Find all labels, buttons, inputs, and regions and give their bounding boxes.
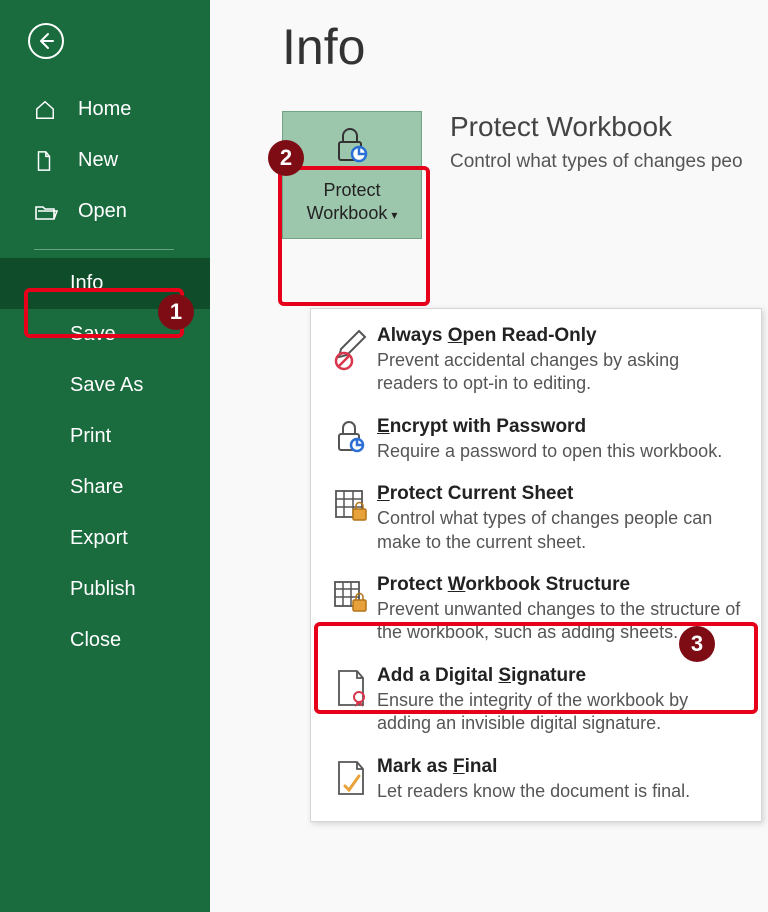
menu-item-protect-sheet[interactable]: Protect Current Sheet Control what types… [311,473,761,564]
folder-open-icon [34,202,60,222]
sidebar-item-label: Save As [70,374,143,397]
arrow-left-icon [36,31,56,51]
signature-icon [325,665,377,711]
sidebar-item-label: Home [78,98,131,121]
sidebar-item-label: Publish [70,578,136,601]
pencil-ban-icon [325,325,377,371]
sidebar-item-share[interactable]: Share [0,462,210,513]
menu-item-digital-signature[interactable]: Add a Digital Signature Ensure the integ… [311,655,761,746]
protect-section-title: Protect Workbook [450,111,743,143]
menu-item-title: Add a Digital Signature [377,665,745,687]
lock-key-icon [325,416,377,458]
protect-section-text: Protect Workbook Control what types of c… [450,111,743,173]
protect-workbook-button[interactable]: Protect Workbook▾ [282,111,422,239]
protect-button-label: Protect Workbook▾ [307,179,398,224]
protect-workbook-row: Protect Workbook▾ Protect Workbook Contr… [282,111,768,239]
sidebar-item-open[interactable]: Open [0,186,210,237]
sidebar-item-label: New [78,149,118,172]
protect-section-desc: Control what types of changes peo [450,151,743,173]
menu-item-desc: Ensure the integrity of the workbook by … [377,689,745,736]
protect-workbook-menu: Always Open Read-Only Prevent accidental… [310,308,762,822]
menu-item-title: Protect Current Sheet [377,483,745,505]
menu-item-desc: Prevent accidental changes by asking rea… [377,349,745,396]
menu-item-mark-final[interactable]: Mark as Final Let readers know the docum… [311,746,761,813]
annotation-badge-1: 1 [158,294,194,330]
sidebar-item-export[interactable]: Export [0,513,210,564]
back-button[interactable] [28,23,64,59]
menu-item-title: Encrypt with Password [377,416,745,438]
page-title: Info [282,18,768,76]
menu-item-desc: Let readers know the document is final. [377,780,745,803]
menu-item-title: Mark as Final [377,756,745,778]
sidebar-item-new[interactable]: New [0,135,210,186]
sidebar-item-label: Info [70,272,103,295]
file-icon [34,150,60,172]
menu-item-desc: Require a password to open this workbook… [377,440,745,463]
sidebar-item-label: Print [70,425,111,448]
sidebar-item-label: Save [70,323,116,346]
chevron-down-icon: ▾ [391,208,397,222]
final-document-icon [325,756,377,798]
sidebar-divider [34,249,174,250]
menu-item-encrypt[interactable]: Encrypt with Password Require a password… [311,406,761,473]
sidebar-item-label: Open [78,200,127,223]
menu-item-title: Always Open Read-Only [377,325,745,347]
annotation-badge-3: 3 [679,626,715,662]
lock-key-icon [331,126,373,171]
sidebar-item-publish[interactable]: Publish [0,564,210,615]
annotation-badge-2: 2 [268,140,304,176]
sheet-lock-icon [325,483,377,525]
menu-item-desc: Control what types of changes people can… [377,507,745,554]
sidebar-item-save-as[interactable]: Save As [0,360,210,411]
sidebar-item-print[interactable]: Print [0,411,210,462]
home-icon [34,99,60,121]
sidebar-item-label: Close [70,629,121,652]
sidebar-item-label: Export [70,527,128,550]
sidebar-item-home[interactable]: Home [0,84,210,135]
sidebar-item-close[interactable]: Close [0,615,210,666]
menu-item-title: Protect Workbook Structure [377,574,745,596]
menu-item-read-only[interactable]: Always Open Read-Only Prevent accidental… [311,315,761,406]
sidebar-item-label: Share [70,476,123,499]
workbook-lock-icon [325,574,377,616]
backstage-sidebar: Home New Open Info Save Save As Print Sh… [0,0,210,912]
